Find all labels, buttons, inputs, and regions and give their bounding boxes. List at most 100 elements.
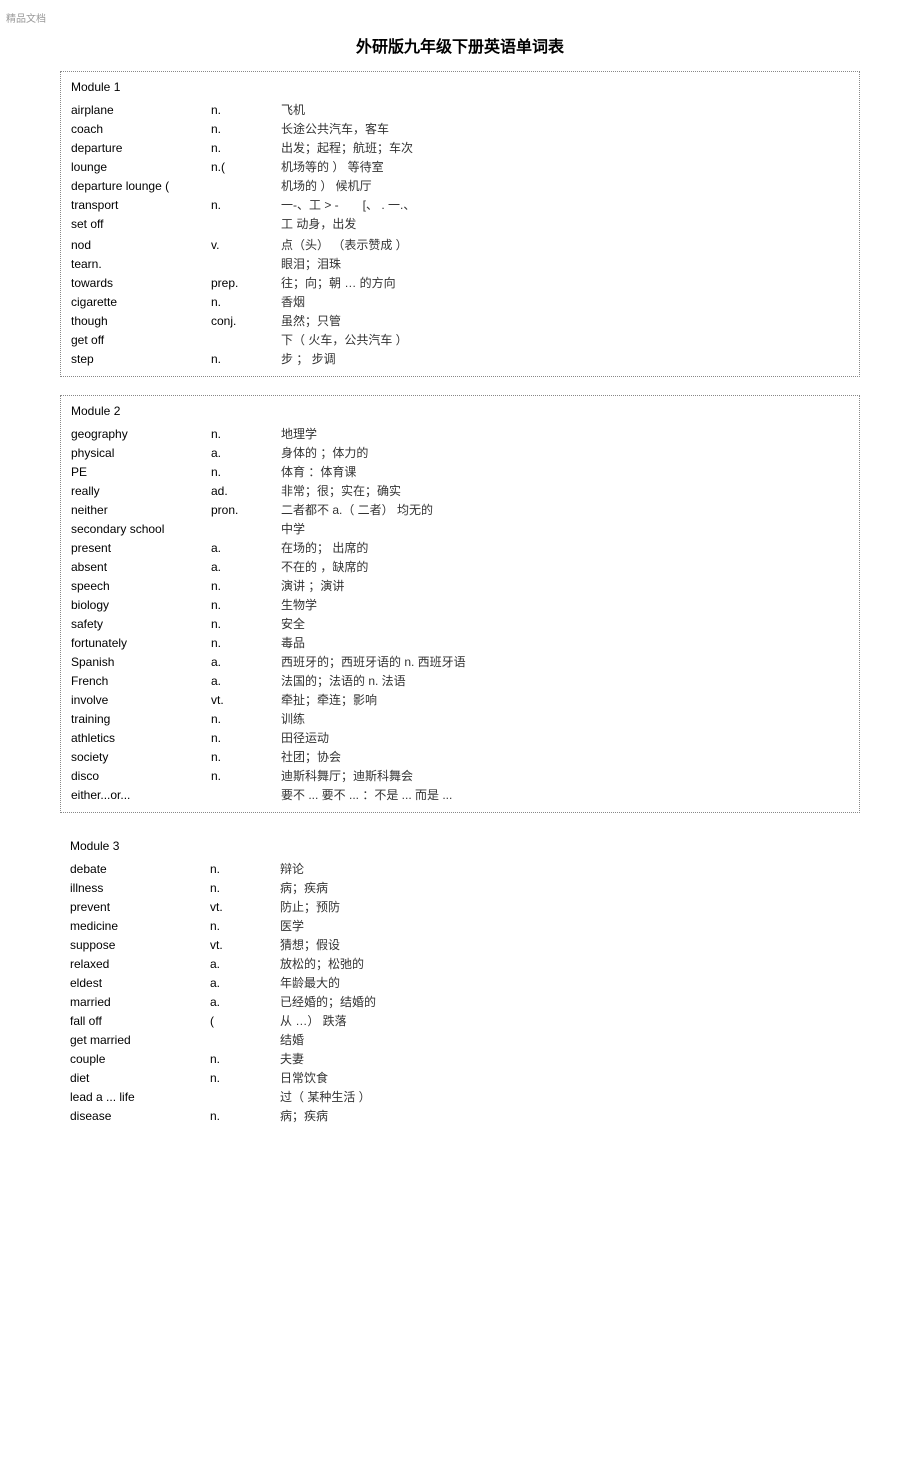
vocab-row: marrieda.已经婚的；结婚的 <box>70 992 850 1011</box>
word-cell: fortunately <box>71 636 211 650</box>
cn-cell: 防止；预防 <box>280 898 850 915</box>
cn-cell: 从 …） 跌落 <box>280 1012 850 1029</box>
vocab-row: presenta.在场的； 出席的 <box>71 538 849 557</box>
pos-cell: a. <box>211 446 281 460</box>
vocab-row: reallyad.非常；很；实在；确实 <box>71 481 849 500</box>
cn-cell: 机场的 ） 候机厅 <box>281 177 849 194</box>
cn-cell: 一-、工 > - [、 . 一.、 <box>281 196 849 213</box>
word-cell: neither <box>71 503 211 517</box>
word-cell: disease <box>70 1109 210 1123</box>
vocab-row: either...or...要不 ... 要不 ... ：不是 ... 而是 .… <box>71 785 849 804</box>
vocab-row: fall off(从 …） 跌落 <box>70 1011 850 1030</box>
word-cell: involve <box>71 693 211 707</box>
module-title: Module 2 <box>71 402 849 424</box>
cn-cell: 机场等的 ） 等待室 <box>281 158 849 175</box>
pos-cell: prep. <box>211 276 281 290</box>
pos-cell: n. <box>210 1071 280 1085</box>
word-cell: speech <box>71 579 211 593</box>
word-cell: absent <box>71 560 211 574</box>
vocab-row: lead a ... life过（ 某种生活 ） <box>70 1087 850 1106</box>
vocab-row: cigaretten.香烟 <box>71 292 849 311</box>
module-block: Module 3debaten.辩论illnessn.病；疾病preventvt… <box>60 831 860 1133</box>
vocab-row: airplanen.飞机 <box>71 100 849 119</box>
word-cell: cigarette <box>71 295 211 309</box>
vocab-row: couplen.夫妻 <box>70 1049 850 1068</box>
word-cell: diet <box>70 1071 210 1085</box>
cn-cell: 在场的； 出席的 <box>281 539 849 556</box>
vocab-row: involvevt.牵扯；牵连；影响 <box>71 690 849 709</box>
word-cell: suppose <box>70 938 210 952</box>
word-cell: illness <box>70 881 210 895</box>
pos-cell: n. <box>211 731 281 745</box>
cn-cell: 医学 <box>280 917 850 934</box>
vocab-row: set off工 动身，出发 <box>71 214 849 233</box>
word-cell: geography <box>71 427 211 441</box>
cn-cell: 已经婚的；结婚的 <box>280 993 850 1010</box>
cn-cell: 安全 <box>281 615 849 632</box>
pos-cell: n. <box>211 122 281 136</box>
word-cell: secondary school <box>71 522 211 536</box>
word-cell: training <box>71 712 211 726</box>
word-cell: Spanish <box>71 655 211 669</box>
vocab-row: secondary school 中学 <box>71 519 849 538</box>
pos-cell: v. <box>211 238 281 252</box>
vocab-row: departuren.出发；起程；航班；车次 <box>71 138 849 157</box>
modules-container: Module 1airplanen.飞机coachn.长途公共汽车，客车depa… <box>0 71 920 1133</box>
pos-cell: a. <box>210 995 280 1009</box>
cn-cell: 中学 <box>281 520 849 537</box>
vocab-row: thoughconj.虽然；只管 <box>71 311 849 330</box>
vocab-row: diseasen.病；疾病 <box>70 1106 850 1125</box>
cn-cell: 要不 ... 要不 ... ：不是 ... 而是 ... <box>281 786 849 803</box>
vocab-row: stepn.步 ； 步调 <box>71 349 849 368</box>
module-title: Module 1 <box>71 78 849 100</box>
word-cell: get married <box>70 1033 210 1047</box>
pos-cell: vt. <box>211 693 281 707</box>
word-cell: PE <box>71 465 211 479</box>
word-cell: eldest <box>70 976 210 990</box>
cn-cell: 猜想；假设 <box>280 936 850 953</box>
watermark-text: 精品文档 <box>0 0 920 25</box>
pos-cell: n. <box>210 919 280 933</box>
module-block: Module 2geographyn.地理学physicala.身体的 ；体力的… <box>60 395 860 813</box>
word-cell: married <box>70 995 210 1009</box>
cn-cell: 迪斯科舞厅；迪斯科舞会 <box>281 767 849 784</box>
word-cell: lead a ... life <box>70 1090 210 1104</box>
pos-cell: pron. <box>211 503 281 517</box>
cn-cell: 结婚 <box>280 1031 850 1048</box>
cn-cell: 病；疾病 <box>280 879 850 896</box>
word-cell: set off <box>71 217 211 231</box>
vocab-row: neitherpron.二者都不 a.（ 二者） 均无的 <box>71 500 849 519</box>
cn-cell: 放松的；松弛的 <box>280 955 850 972</box>
word-cell: departure lounge ( <box>71 179 211 193</box>
pos-cell: n. <box>211 295 281 309</box>
module-title: Module 3 <box>70 837 850 859</box>
cn-cell: 训练 <box>281 710 849 727</box>
pos-cell: n. <box>211 617 281 631</box>
pos-cell: n. <box>211 598 281 612</box>
cn-cell: 点（头） （表示赞成 ） <box>281 236 849 253</box>
vocab-row: coachn.长途公共汽车，客车 <box>71 119 849 138</box>
cn-cell: 辩论 <box>280 860 850 877</box>
vocab-row: tearn.眼泪；泪珠 <box>71 254 849 273</box>
vocab-row: preventvt.防止；预防 <box>70 897 850 916</box>
cn-cell: 飞机 <box>281 101 849 118</box>
word-cell: towards <box>71 276 211 290</box>
vocab-row: discon.迪斯科舞厅；迪斯科舞会 <box>71 766 849 785</box>
pos-cell: n. <box>211 769 281 783</box>
word-cell: debate <box>70 862 210 876</box>
cn-cell: 眼泪；泪珠 <box>281 255 849 272</box>
vocab-row: safetyn.安全 <box>71 614 849 633</box>
cn-cell: 日常饮食 <box>280 1069 850 1086</box>
pos-cell: n.( <box>211 160 281 174</box>
pos-cell: n. <box>210 1052 280 1066</box>
word-cell: prevent <box>70 900 210 914</box>
vocab-row: illnessn.病；疾病 <box>70 878 850 897</box>
cn-cell: 病；疾病 <box>280 1107 850 1124</box>
pos-cell: a. <box>211 674 281 688</box>
word-cell: medicine <box>70 919 210 933</box>
vocab-row: medicinen.医学 <box>70 916 850 935</box>
pos-cell: n. <box>211 141 281 155</box>
cn-cell: 出发；起程；航班；车次 <box>281 139 849 156</box>
module-block: Module 1airplanen.飞机coachn.长途公共汽车，客车depa… <box>60 71 860 377</box>
word-cell: athletics <box>71 731 211 745</box>
